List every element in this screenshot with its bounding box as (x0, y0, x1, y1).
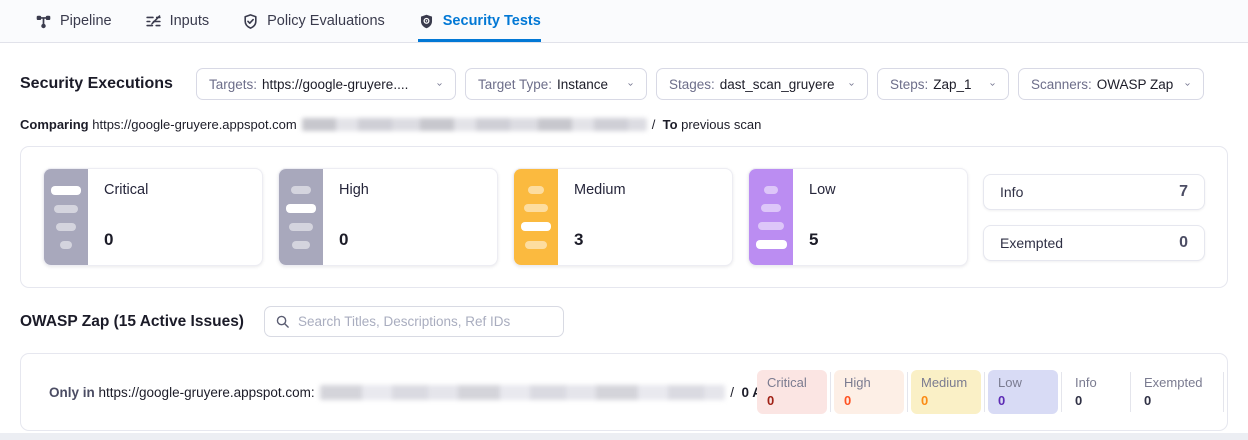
filters-row: Security Executions Targets: https://goo… (20, 68, 1228, 100)
comparing-separator: / (652, 117, 663, 132)
tab-inputs[interactable]: Inputs (145, 0, 210, 42)
tab-policy-evaluations[interactable]: Policy Evaluations (242, 0, 385, 42)
security-tests-page: Pipeline Inputs Policy Evaluations (0, 0, 1248, 440)
separator: / (730, 385, 741, 400)
tab-pipeline[interactable]: Pipeline (35, 0, 112, 42)
severity-count: 0 (104, 230, 246, 250)
tab-label: Pipeline (60, 13, 112, 29)
divider (1130, 372, 1131, 412)
severity-gauge-icon (749, 169, 793, 265)
severity-label: High (339, 182, 481, 198)
chevron-down-icon (842, 78, 855, 91)
comparing-label: Comparing (20, 117, 92, 132)
severity-summary-panel: Critical 0 High 0 Medium 3 (20, 146, 1228, 288)
divider (830, 372, 831, 412)
severity-count: 0 (339, 230, 481, 250)
search-input[interactable] (298, 314, 553, 329)
divider (907, 372, 908, 412)
chevron-down-icon (621, 78, 634, 91)
severity-count: 5 (809, 230, 951, 250)
divider (1061, 372, 1062, 412)
severity-card-high[interactable]: High 0 (278, 168, 498, 266)
chevron-down-icon (1178, 78, 1191, 91)
redacted-text (320, 385, 726, 400)
severity-card-medium[interactable]: Medium 3 (513, 168, 733, 266)
stages-dropdown[interactable]: Stages: dast_scan_gruyere (656, 68, 868, 100)
policy-evaluations-icon (242, 13, 259, 30)
target-type-dropdown[interactable]: Target Type: Instance (465, 68, 647, 100)
info-card[interactable]: Info 7 (983, 174, 1205, 210)
inputs-icon (145, 13, 162, 30)
tab-label: Inputs (170, 13, 210, 29)
chevron-down-icon (983, 78, 996, 91)
info-label: Info (1000, 184, 1023, 200)
only-in-label: Only in (49, 385, 99, 400)
side-counts-column: Info 7 Exempted 0 (983, 168, 1205, 266)
comparing-url: https://google-gruyere.appspot.com (92, 117, 297, 132)
exempted-count: 0 (1179, 234, 1188, 252)
scanners-dropdown[interactable]: Scanners: OWASP Zap (1018, 68, 1204, 100)
chip-low: Low 0 (988, 370, 1058, 414)
page-title: Security Executions (20, 75, 173, 93)
divider (1223, 372, 1224, 412)
info-count: 7 (1179, 183, 1188, 201)
severity-chips: Critical 0 High 0 Medium 0 Lo (757, 370, 1227, 414)
comparing-to-value: previous scan (678, 117, 762, 132)
severity-gauge-icon (279, 169, 323, 265)
severity-gauge-icon (514, 169, 558, 265)
targets-dropdown[interactable]: Targets: https://google-gruyere.... (196, 68, 456, 100)
only-in-url: https://google-gruyere.appspot.com: (99, 385, 315, 400)
security-tests-icon (418, 13, 435, 30)
chip-medium: Medium 0 (911, 370, 981, 414)
tab-bar: Pipeline Inputs Policy Evaluations (0, 0, 1248, 43)
tab-label: Security Tests (443, 13, 541, 29)
issues-header-row: OWASP Zap (15 Active Issues) (20, 306, 1228, 337)
exempted-card[interactable]: Exempted 0 (983, 225, 1205, 261)
divider (984, 372, 985, 412)
tab-label: Policy Evaluations (267, 13, 385, 29)
severity-card-low[interactable]: Low 5 (748, 168, 968, 266)
severity-card-critical[interactable]: Critical 0 (43, 168, 263, 266)
search-icon (275, 314, 290, 329)
exempted-label: Exempted (1000, 235, 1063, 251)
comparison-group-row[interactable]: Only in https://google-gruyere.appspot.c… (20, 353, 1228, 431)
chip-critical: Critical 0 (757, 370, 827, 414)
chip-exempted: Exempted 0 (1134, 370, 1220, 414)
issues-search (264, 306, 564, 337)
chip-high: High 0 (834, 370, 904, 414)
chip-info: Info 0 (1065, 370, 1127, 414)
tab-security-tests[interactable]: Security Tests (418, 0, 541, 42)
page-bottom-strip (0, 433, 1248, 440)
comparing-to-label: To (663, 117, 678, 132)
redacted-text (302, 118, 647, 131)
severity-label: Critical (104, 182, 246, 198)
issues-heading: OWASP Zap (15 Active Issues) (20, 313, 244, 331)
comparing-line: Comparing https://google-gruyere.appspot… (20, 117, 1228, 132)
severity-count: 3 (574, 230, 716, 250)
chevron-down-icon (430, 78, 443, 91)
severity-gauge-icon (44, 169, 88, 265)
steps-dropdown[interactable]: Steps: Zap_1 (877, 68, 1009, 100)
severity-label: Medium (574, 182, 716, 198)
pipeline-icon (35, 13, 52, 30)
severity-label: Low (809, 182, 951, 198)
